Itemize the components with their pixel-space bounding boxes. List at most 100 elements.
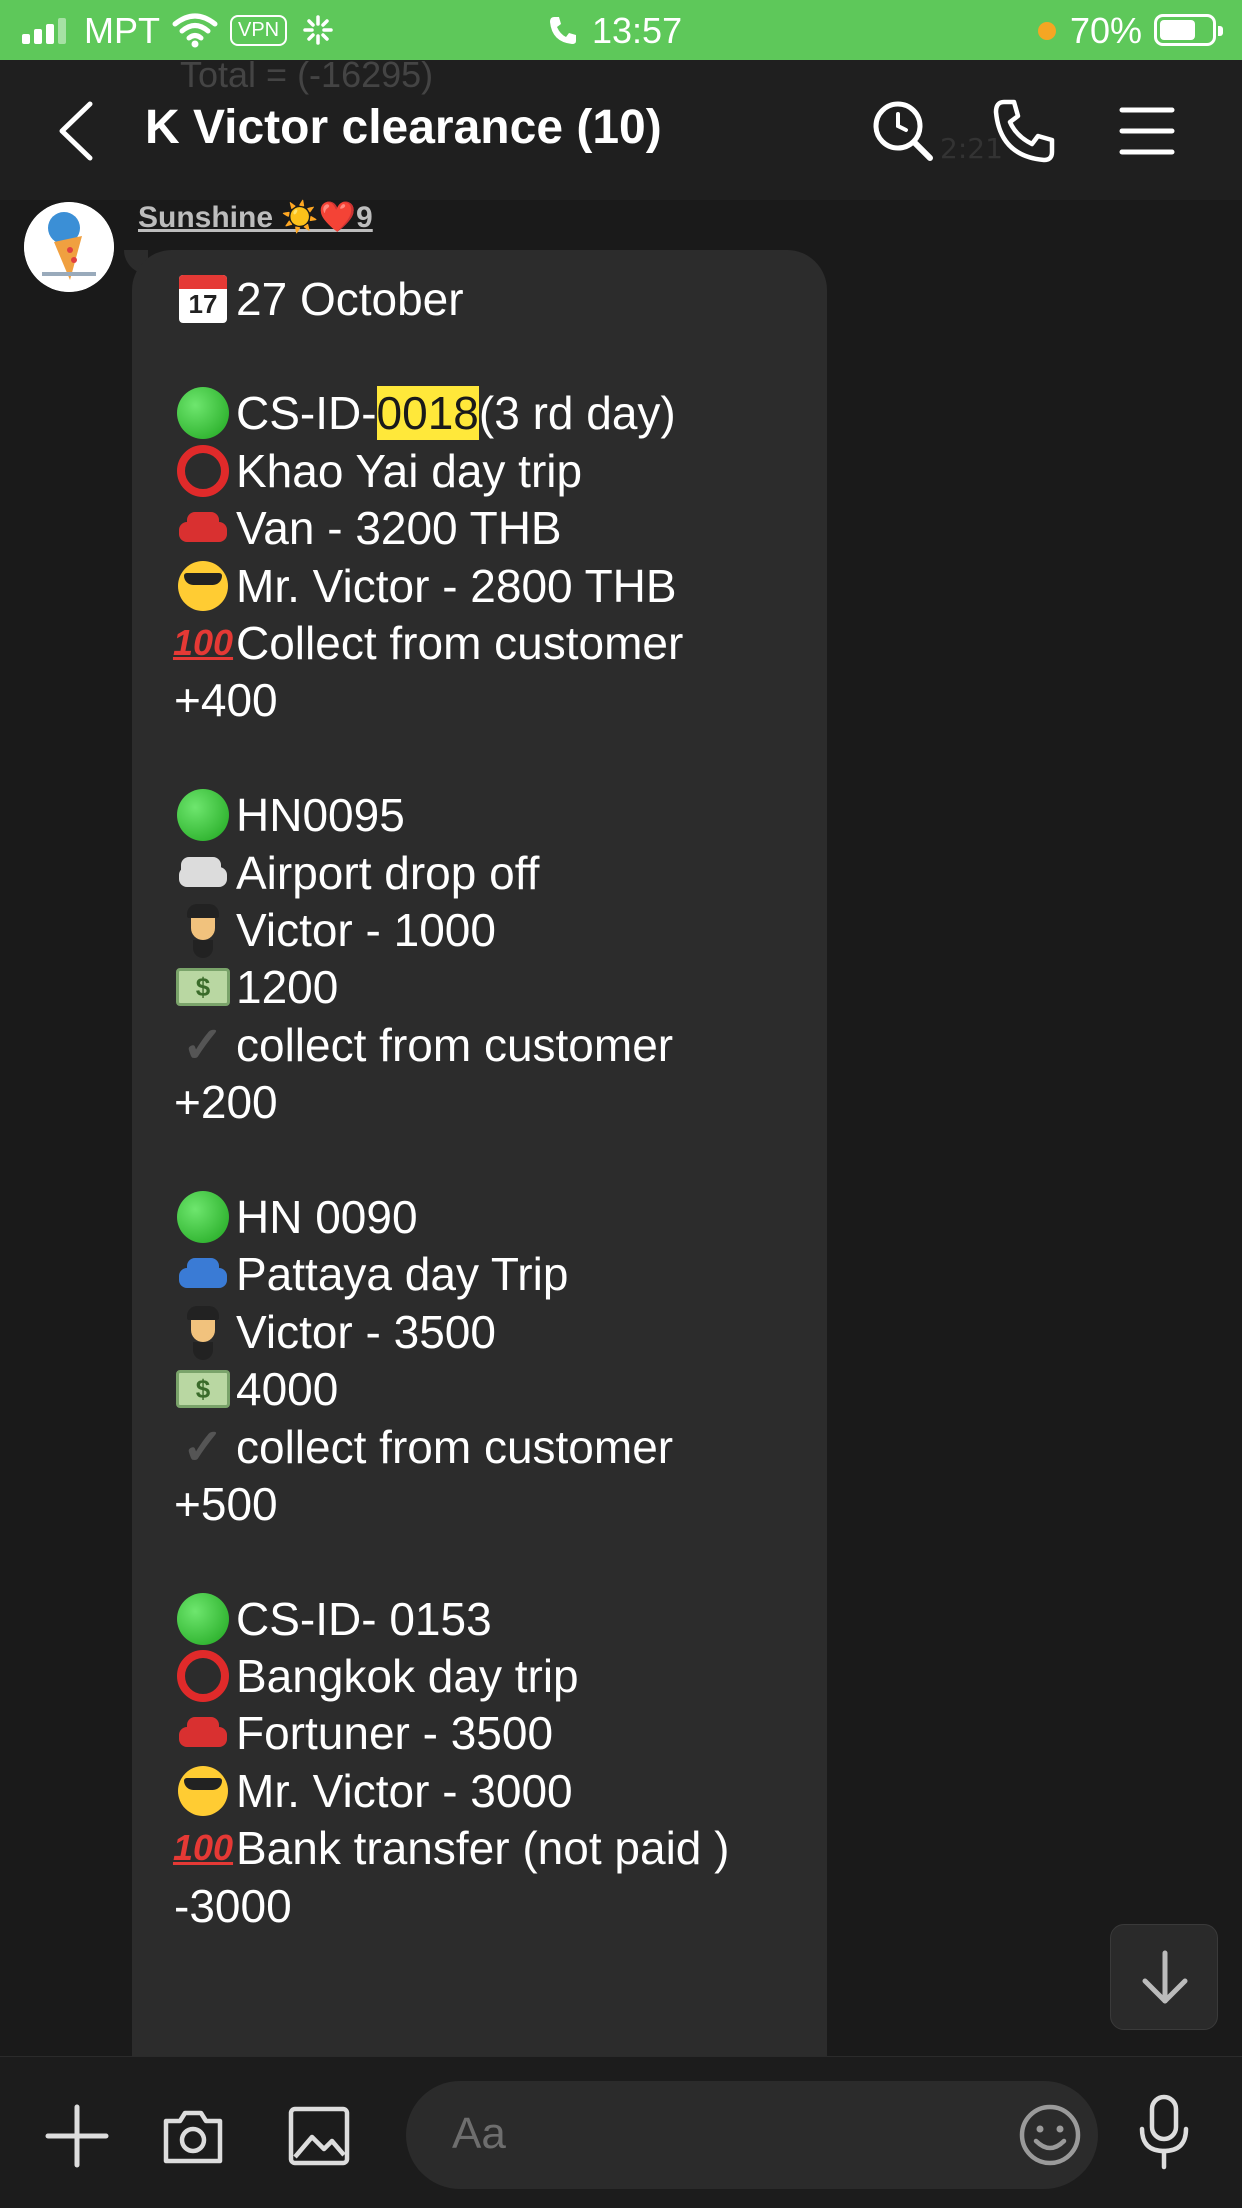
scrolled-message-peek: Total = (-16295) [180, 54, 434, 95]
line-text: Bank transfer (not paid ) [236, 1822, 730, 1875]
red-circle-emoji-icon [174, 1650, 232, 1703]
line-text: CS-ID- 0153 [236, 1592, 492, 1645]
activity-spinner-icon [303, 15, 333, 45]
microphone-icon[interactable] [1134, 2093, 1194, 2173]
status-bar: MPT VPN 13:57 70% [0, 0, 1242, 60]
message-text: 17 27 October CS-ID- 0018 (3 rd day) Khao Yai… [172, 270, 730, 1934]
line-text: Victor - 3500 [236, 1305, 496, 1358]
car-emoji-icon [174, 502, 232, 554]
message-line: HN 0090 [176, 1188, 729, 1245]
line-text: collect from customer [236, 1018, 674, 1071]
camera-icon[interactable] [160, 2103, 226, 2169]
check-mark-emoji-icon: ✓ [182, 1016, 224, 1073]
message-line: Victor - 3500 [176, 1303, 729, 1360]
message-line: CS-ID- 0153 [176, 1590, 729, 1647]
message-line: Fortuner - 3500 [176, 1705, 729, 1762]
chat-header: Total = (-16295) K Victor clearance (10)… [0, 54, 1242, 200]
battery-icon [1154, 14, 1223, 46]
composer-bar: Aa [0, 2056, 1242, 2208]
message-input[interactable]: Aa [406, 2081, 1098, 2189]
scroll-to-bottom-button[interactable] [1110, 1924, 1218, 2030]
message-line [174, 729, 729, 786]
privacy-dot-icon [1038, 22, 1056, 40]
message-line: ✓ collect from customer [176, 1016, 729, 1073]
line-text: Mr. Victor - 2800 THB [236, 559, 677, 612]
phone-icon[interactable] [990, 96, 1060, 166]
image-icon[interactable] [286, 2103, 352, 2169]
message-line: 100 Bank transfer (not paid ) [172, 1820, 730, 1877]
message-line [174, 1131, 729, 1188]
line-text: +200 [174, 1076, 278, 1129]
message-line: Mr. Victor - 2800 THB [176, 557, 729, 614]
line-text: Khao Yai day trip [236, 444, 583, 497]
line-text: Van - 3200 THB [236, 502, 562, 555]
avatar[interactable] [24, 202, 114, 292]
line-text: Airport drop off [236, 846, 540, 899]
message-line: ✓ collect from customer [176, 1418, 729, 1475]
back-chevron-icon[interactable] [52, 100, 102, 162]
line-text: 4000 [236, 1363, 339, 1416]
message-line: Pattaya day Trip [176, 1246, 729, 1303]
clock: 13:57 [592, 10, 683, 51]
emoji-icon[interactable] [1014, 2097, 1086, 2173]
message-line: +200 [174, 1073, 729, 1130]
message-line: Airport drop off [176, 844, 729, 901]
pilot-emoji-icon [174, 903, 232, 956]
message-line: 100 Collect from customer [172, 614, 729, 671]
message-line: Victor - 1000 [176, 901, 729, 958]
sunglasses-face-emoji-icon [174, 1765, 232, 1817]
line-text: 1200 [236, 961, 339, 1014]
line-text: Bangkok day trip [236, 1650, 579, 1703]
line-text: HN 0090 [236, 1190, 418, 1243]
line-text: Pattaya day Trip [236, 1248, 569, 1301]
calendar-emoji-icon: 17 [174, 273, 232, 325]
green-circle-emoji-icon [174, 387, 232, 440]
hundred-points-emoji-icon: 100 [172, 622, 234, 664]
line-text: Fortuner - 3500 [236, 1707, 554, 1760]
search-icon[interactable] [868, 96, 938, 166]
line-text: Collect from customer [236, 617, 684, 670]
minibus-emoji-icon [174, 847, 232, 899]
line-text: (3 rd day) [478, 387, 676, 440]
check-mark-emoji-icon: ✓ [182, 1418, 224, 1475]
message-line: 17 27 October [176, 270, 729, 327]
message-line: -3000 [174, 1877, 729, 1934]
travel-logo-icon [24, 202, 114, 292]
menu-icon[interactable] [1112, 96, 1182, 166]
line-text: +400 [174, 674, 278, 727]
carrier-label: MPT [84, 10, 160, 51]
message-line: CS-ID- 0018 (3 rd day) [176, 385, 729, 442]
line-text: HN0095 [236, 789, 405, 842]
line-text: CS-ID- [236, 387, 377, 440]
sender-name[interactable]: Sunshine ☀️❤️9 [138, 200, 373, 235]
pilot-emoji-icon [174, 1305, 232, 1358]
chat-title[interactable]: K Victor clearance (10) [145, 100, 662, 155]
wifi-icon [172, 13, 218, 48]
car-emoji-icon [174, 1707, 232, 1759]
message-line [174, 1533, 729, 1590]
search-highlight: 0018 [376, 386, 479, 441]
suv-emoji-icon [174, 1248, 232, 1300]
message-line: $1200 [176, 959, 729, 1016]
message-line: $4000 [176, 1360, 729, 1417]
message-line: Mr. Victor - 3000 [176, 1762, 729, 1819]
green-circle-emoji-icon [174, 1190, 232, 1243]
battery-percent: 70% [1070, 10, 1143, 51]
hundred-points-emoji-icon: 100 [172, 1827, 234, 1869]
money-emoji-icon: $ [174, 1363, 232, 1415]
green-circle-emoji-icon [174, 789, 232, 842]
message-line: +500 [174, 1475, 729, 1532]
message-line: Van - 3200 THB [176, 500, 729, 557]
message-line: HN0095 [176, 787, 729, 844]
message-line: +400 [174, 672, 729, 729]
line-text: -3000 [174, 1879, 292, 1932]
arrow-down-icon [1142, 1950, 1188, 2004]
plus-icon[interactable] [44, 2103, 110, 2169]
message-input-placeholder: Aa [452, 2109, 506, 2158]
line-text: 27 October [236, 272, 464, 325]
message-line: Bangkok day trip [176, 1647, 729, 1704]
line-text: +500 [174, 1477, 278, 1530]
red-circle-emoji-icon [174, 444, 232, 497]
money-emoji-icon: $ [174, 961, 232, 1013]
message-line [174, 327, 729, 384]
